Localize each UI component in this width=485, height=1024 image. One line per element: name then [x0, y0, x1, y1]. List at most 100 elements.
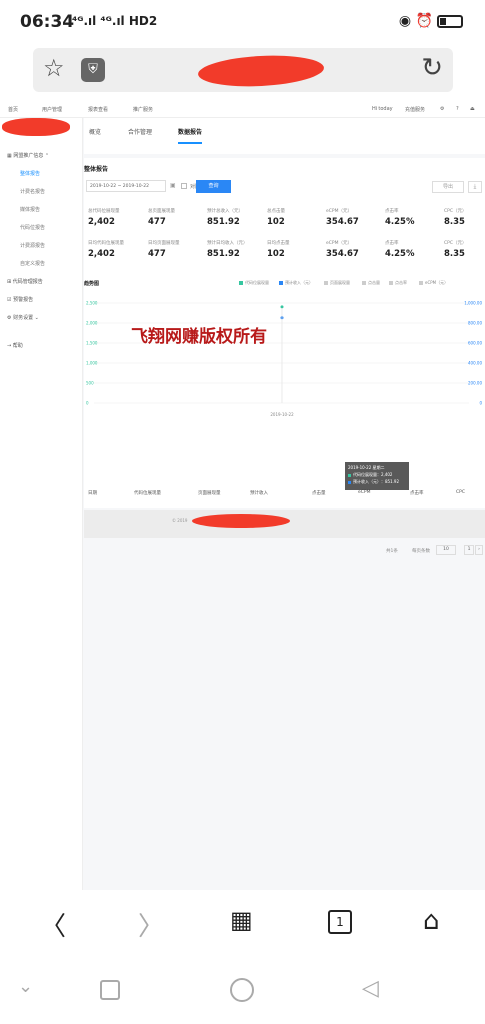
legend-item[interactable]: 预计收入（元） — [279, 280, 313, 286]
site-security-icon[interactable]: ⛨ — [81, 58, 105, 82]
battery-icon — [437, 14, 463, 28]
pager-total: 共1条 — [386, 549, 398, 554]
forward-button[interactable]: 〉 — [138, 906, 164, 943]
status-icons: ◉ ⏰ — [399, 13, 463, 29]
metric-label: 预计日均收入（元） — [207, 241, 248, 246]
x-axis-label: 2019-10-22 — [270, 412, 294, 417]
metric-label: 日均点击量 — [267, 241, 290, 246]
legend-item[interactable]: 代码位展现量 — [239, 280, 269, 286]
settings-icon[interactable]: ⚙ — [440, 106, 444, 112]
col-cpc: CPC — [456, 490, 465, 495]
metric-value: 354.67 — [326, 249, 359, 259]
tabs-button[interactable]: 1 — [328, 910, 352, 934]
sidebar-item-custom[interactable]: 自定义报告 — [20, 260, 45, 267]
recents-icon[interactable] — [100, 980, 120, 1000]
col-ecpm: eCPM — [358, 490, 371, 495]
metric-label: 点击率 — [385, 209, 399, 214]
query-button[interactable]: 查询 — [196, 180, 231, 193]
url-redaction — [197, 52, 325, 90]
menu-grid-icon[interactable]: ▦ — [230, 906, 253, 934]
tab-reports[interactable]: 数据报告 — [178, 127, 203, 144]
metric-label: eCPM（元） — [326, 241, 353, 246]
calendar-icon[interactable]: ▣ — [170, 182, 176, 189]
system-nav-bar: ⌄ ◁ — [0, 960, 485, 1024]
y-left-tick: 1,500 — [86, 341, 98, 346]
col-clicks: 点击量 — [312, 491, 326, 496]
metric-value: 851.92 — [207, 249, 240, 259]
col-adslot-views: 代码位展现量 — [134, 491, 161, 496]
logout-icon[interactable]: ⏏ — [470, 106, 475, 112]
sidebar-item-source[interactable]: 计费源报告 — [20, 242, 45, 249]
sidebar-item-finance[interactable]: ⚙ 财务设置 ⌄ — [7, 314, 39, 321]
sidebar-item-union[interactable]: ▦ 网盟推广信息 ⌃ — [7, 152, 49, 159]
topnav-item[interactable]: 报表查看 — [88, 106, 108, 113]
sidebar-item-billing[interactable]: 计费名报告 — [20, 188, 45, 195]
next-page-button[interactable]: › — [475, 545, 483, 555]
sidebar-item-overall[interactable]: 整体报告 — [20, 170, 40, 177]
topnav-item[interactable]: Hi today — [372, 106, 393, 112]
sidebar-item-adslot[interactable]: 代码位报告 — [20, 224, 45, 231]
y-right-tick: 1,000.00 — [464, 301, 482, 306]
y-left-tick: 500 — [86, 381, 94, 386]
page-button[interactable]: 1 — [464, 545, 474, 555]
y-left-tick: 1,000 — [86, 361, 98, 366]
legend-item[interactable]: 点击率 — [389, 280, 407, 286]
y-right-tick: 200.00 — [468, 381, 482, 386]
legend-item[interactable]: 页面展现量 — [324, 280, 350, 286]
metric-value: 4.25% — [385, 217, 415, 227]
tab-overview[interactable]: 概览 — [89, 127, 101, 136]
tab-cooperation[interactable]: 合作管理 — [128, 127, 152, 136]
sidebar-item-alert[interactable]: ☑ 预警报告 — [7, 296, 33, 303]
topnav-item[interactable]: 推广服务 — [133, 106, 153, 113]
per-page-select[interactable]: 10 — [436, 545, 456, 555]
back-nav-icon[interactable]: ◁ — [362, 976, 379, 1001]
site-footer: © 2019 — [84, 510, 485, 538]
browser-toolbar: 〈 〉 ▦ 1 ⌂ — [0, 890, 485, 960]
home-nav-icon[interactable] — [230, 978, 254, 1002]
y-left-tick: 2,000 — [86, 321, 98, 326]
watermark-text: 飞翔网赚版权所有 — [131, 327, 267, 347]
topnav-item[interactable]: 充值服务 — [405, 106, 425, 113]
metric-value: 2,402 — [88, 249, 115, 259]
metric-label: 预计总收入（元） — [207, 209, 243, 214]
download-icon[interactable]: ⤓ — [468, 181, 482, 193]
trend-chart[interactable]: 2,500 1,000.00 2,000 800.00 1,500 600.00 1,000… — [84, 298, 485, 448]
help-icon[interactable]: ? — [456, 106, 459, 112]
back-button[interactable]: 〈 — [40, 906, 66, 943]
sidebar-item-media[interactable]: 媒体报告 — [20, 206, 40, 213]
y-left-tick: 0 — [86, 401, 89, 406]
site-top-nav: 首页 用户管理 报表查看 推广服务 Hi today 充值服务 ⚙ ? ⏏ — [0, 100, 485, 118]
tab-bar: 概览 合作管理 数据报告 — [84, 118, 485, 154]
bookmark-star-icon[interactable]: ☆ — [43, 54, 65, 82]
col-revenue: 预计收入 — [250, 491, 268, 496]
compare-checkbox[interactable] — [181, 183, 187, 189]
metric-value: 2,402 — [88, 217, 115, 227]
metric-label: 日均页面展现量 — [148, 241, 180, 246]
legend-item[interactable]: eCPM（元） — [419, 280, 448, 286]
metric-value: 8.35 — [444, 217, 465, 227]
metric-value: 102 — [267, 217, 285, 227]
network-indicator: ⁴ᴳ.ıl ⁴ᴳ.ıl HD2 — [72, 14, 158, 28]
address-bar[interactable]: ☆ ⛨ ↻ — [33, 48, 453, 92]
topnav-item[interactable]: 首页 — [8, 106, 18, 113]
sidebar-item-code[interactable]: ⊞ 代码管理报告 — [7, 278, 43, 285]
reload-icon[interactable]: ↻ — [421, 53, 443, 83]
metric-label: 日均代码位展现量 — [88, 241, 124, 246]
topnav-item[interactable]: 用户管理 — [42, 106, 62, 113]
chart-tooltip: 2019-10-22 星期二 代码位展现量：2,402 预计收入（元）：851.… — [345, 462, 409, 490]
col-ctr: 点击率 — [410, 491, 424, 496]
metric-label: 总代码位展现量 — [88, 209, 120, 214]
trend-title: 趋势图 — [84, 281, 100, 287]
y-right-tick: 0 — [479, 401, 482, 406]
status-time: 06:34 — [20, 12, 75, 32]
export-button[interactable]: 导出 — [432, 181, 464, 193]
panel-title: 整体报告 — [84, 166, 109, 173]
metric-value: 102 — [267, 249, 285, 259]
y-right-tick: 600.00 — [468, 341, 482, 346]
collapse-icon[interactable]: ⌄ — [18, 976, 33, 997]
sidebar-item-help[interactable]: → 帮助 — [7, 342, 23, 349]
logo-redaction — [2, 118, 70, 136]
home-icon[interactable]: ⌂ — [423, 906, 440, 936]
legend-item[interactable]: 点击量 — [362, 280, 380, 286]
date-range-picker[interactable]: 2019-10-22 ~ 2019-10-22 — [86, 180, 166, 192]
